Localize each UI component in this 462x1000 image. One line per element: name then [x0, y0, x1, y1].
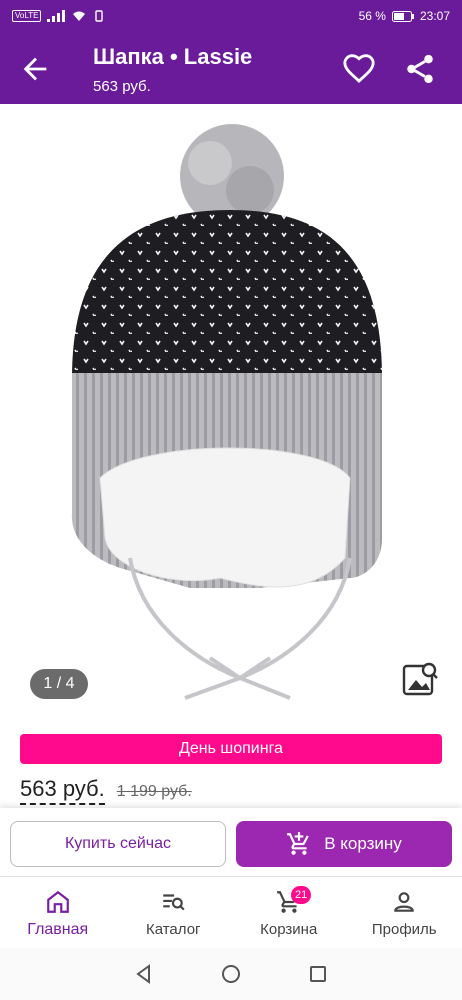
app-bar: Шапка • Lassie 563 руб. — [0, 32, 462, 104]
heart-icon[interactable] — [342, 52, 376, 86]
nav-item-profile[interactable]: Профиль — [347, 877, 462, 948]
status-bar: VoLTE 56 % 23:07 — [0, 0, 462, 32]
price-row: 563 руб. 1 199 руб. — [20, 776, 192, 805]
battery-icon — [391, 10, 414, 22]
vibrate-icon — [95, 10, 104, 22]
catalog-search-icon — [163, 894, 185, 911]
nav-item-cart[interactable]: 21 Корзина — [231, 877, 347, 948]
wifi-icon — [73, 11, 86, 21]
nav-item-catalog[interactable]: Каталог — [116, 877, 232, 948]
nav-label-catalog: Каталог — [145, 921, 201, 938]
page-subtitle-price: 563 руб. — [93, 78, 151, 95]
volte-badge: VoLTE — [12, 10, 42, 22]
battery-percent: 56 % — [358, 9, 386, 23]
product-gallery[interactable]: 1 / 4 — [0, 104, 462, 716]
nav-label-profile: Профиль — [371, 921, 437, 938]
bottom-navigation: Главная Каталог 21 Корзина Профиль — [0, 876, 462, 948]
share-icon[interactable] — [403, 52, 437, 86]
signal-icon — [47, 10, 66, 22]
add-to-cart-label: В корзину — [324, 834, 402, 853]
old-price: 1 199 руб. — [116, 783, 192, 800]
profile-icon — [394, 892, 415, 912]
system-back-icon[interactable] — [133, 963, 155, 985]
page-title: Шапка • Lassie — [93, 44, 253, 69]
cart-plus-icon — [287, 832, 309, 855]
system-recents-icon[interactable] — [307, 963, 329, 985]
nav-item-home[interactable]: Главная — [0, 877, 116, 948]
purchase-bar: Купить сейчас В корзину — [0, 808, 462, 876]
add-to-cart-button[interactable]: В корзину — [236, 821, 452, 867]
home-icon — [46, 890, 69, 913]
cart-count-badge: 21 — [291, 886, 312, 904]
nav-label-cart: Корзина — [260, 921, 318, 938]
image-search-icon[interactable] — [401, 661, 439, 699]
system-home-icon[interactable] — [220, 963, 242, 985]
buy-now-button[interactable]: Купить сейчас — [10, 821, 226, 867]
system-navigation-bar — [0, 948, 462, 1000]
clock: 23:07 — [419, 9, 450, 23]
current-price[interactable]: 563 руб. — [20, 776, 105, 805]
promo-banner[interactable]: День шопинга — [20, 734, 442, 764]
product-image-hat — [71, 124, 382, 700]
nav-label-home: Главная — [27, 921, 89, 938]
gallery-counter: 1 / 4 — [30, 669, 88, 699]
back-arrow-icon[interactable] — [18, 52, 52, 86]
